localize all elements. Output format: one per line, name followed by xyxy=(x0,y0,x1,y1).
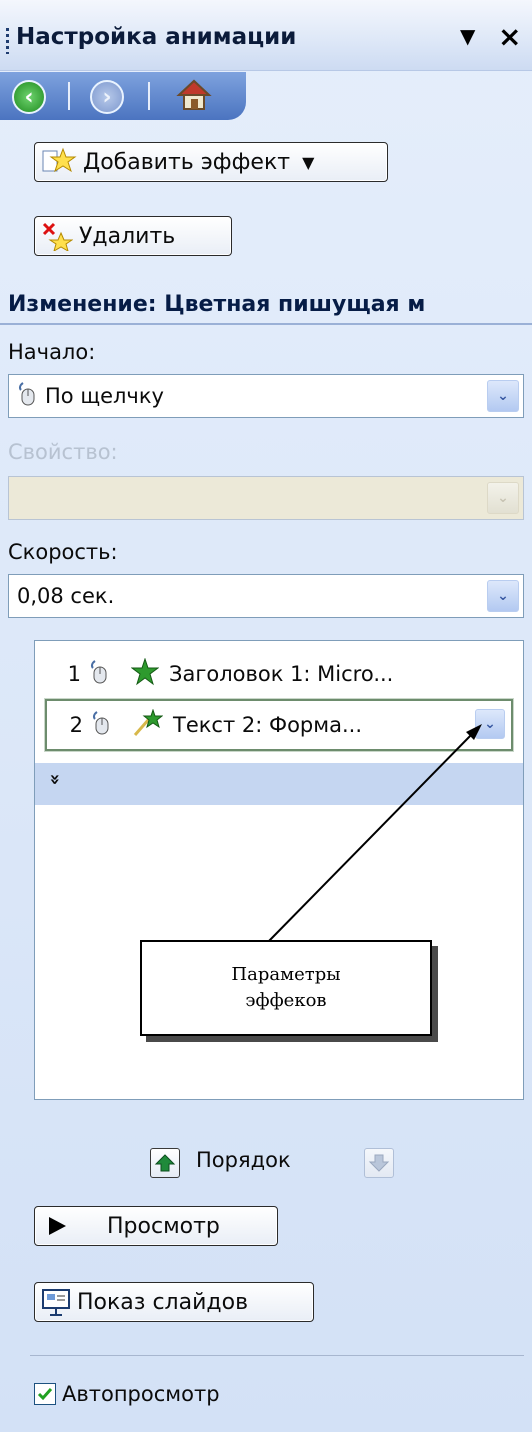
slide-show-button[interactable]: Показ слайдов xyxy=(34,1282,314,1322)
callout-line-1: Параметры xyxy=(231,964,341,985)
autopreview-checkbox[interactable] xyxy=(34,1383,56,1405)
slide-show-label: Показ слайдов xyxy=(77,1289,249,1315)
checkmark-icon xyxy=(37,1388,53,1401)
play-label: Просмотр xyxy=(107,1213,220,1239)
up-arrow-icon xyxy=(154,1154,176,1172)
slide-show-icon xyxy=(41,1287,71,1317)
bottom-divider xyxy=(30,1355,524,1356)
play-button[interactable]: Просмотр xyxy=(34,1206,278,1246)
down-arrow-icon xyxy=(368,1154,390,1172)
move-down-button[interactable] xyxy=(364,1148,394,1178)
callout-box: Параметры эффеков xyxy=(140,940,432,1036)
autopreview-label: Автопросмотр xyxy=(62,1382,220,1406)
play-icon xyxy=(47,1216,67,1236)
move-up-button[interactable] xyxy=(150,1148,180,1178)
callout-line-2: эффеков xyxy=(245,990,327,1011)
order-label: Порядок xyxy=(196,1148,291,1172)
autopreview-checkbox-row[interactable]: Автопросмотр xyxy=(34,1382,220,1406)
animation-task-pane: Настройка анимации ▼ × ‹ › Добавить эффе… xyxy=(0,0,532,1432)
